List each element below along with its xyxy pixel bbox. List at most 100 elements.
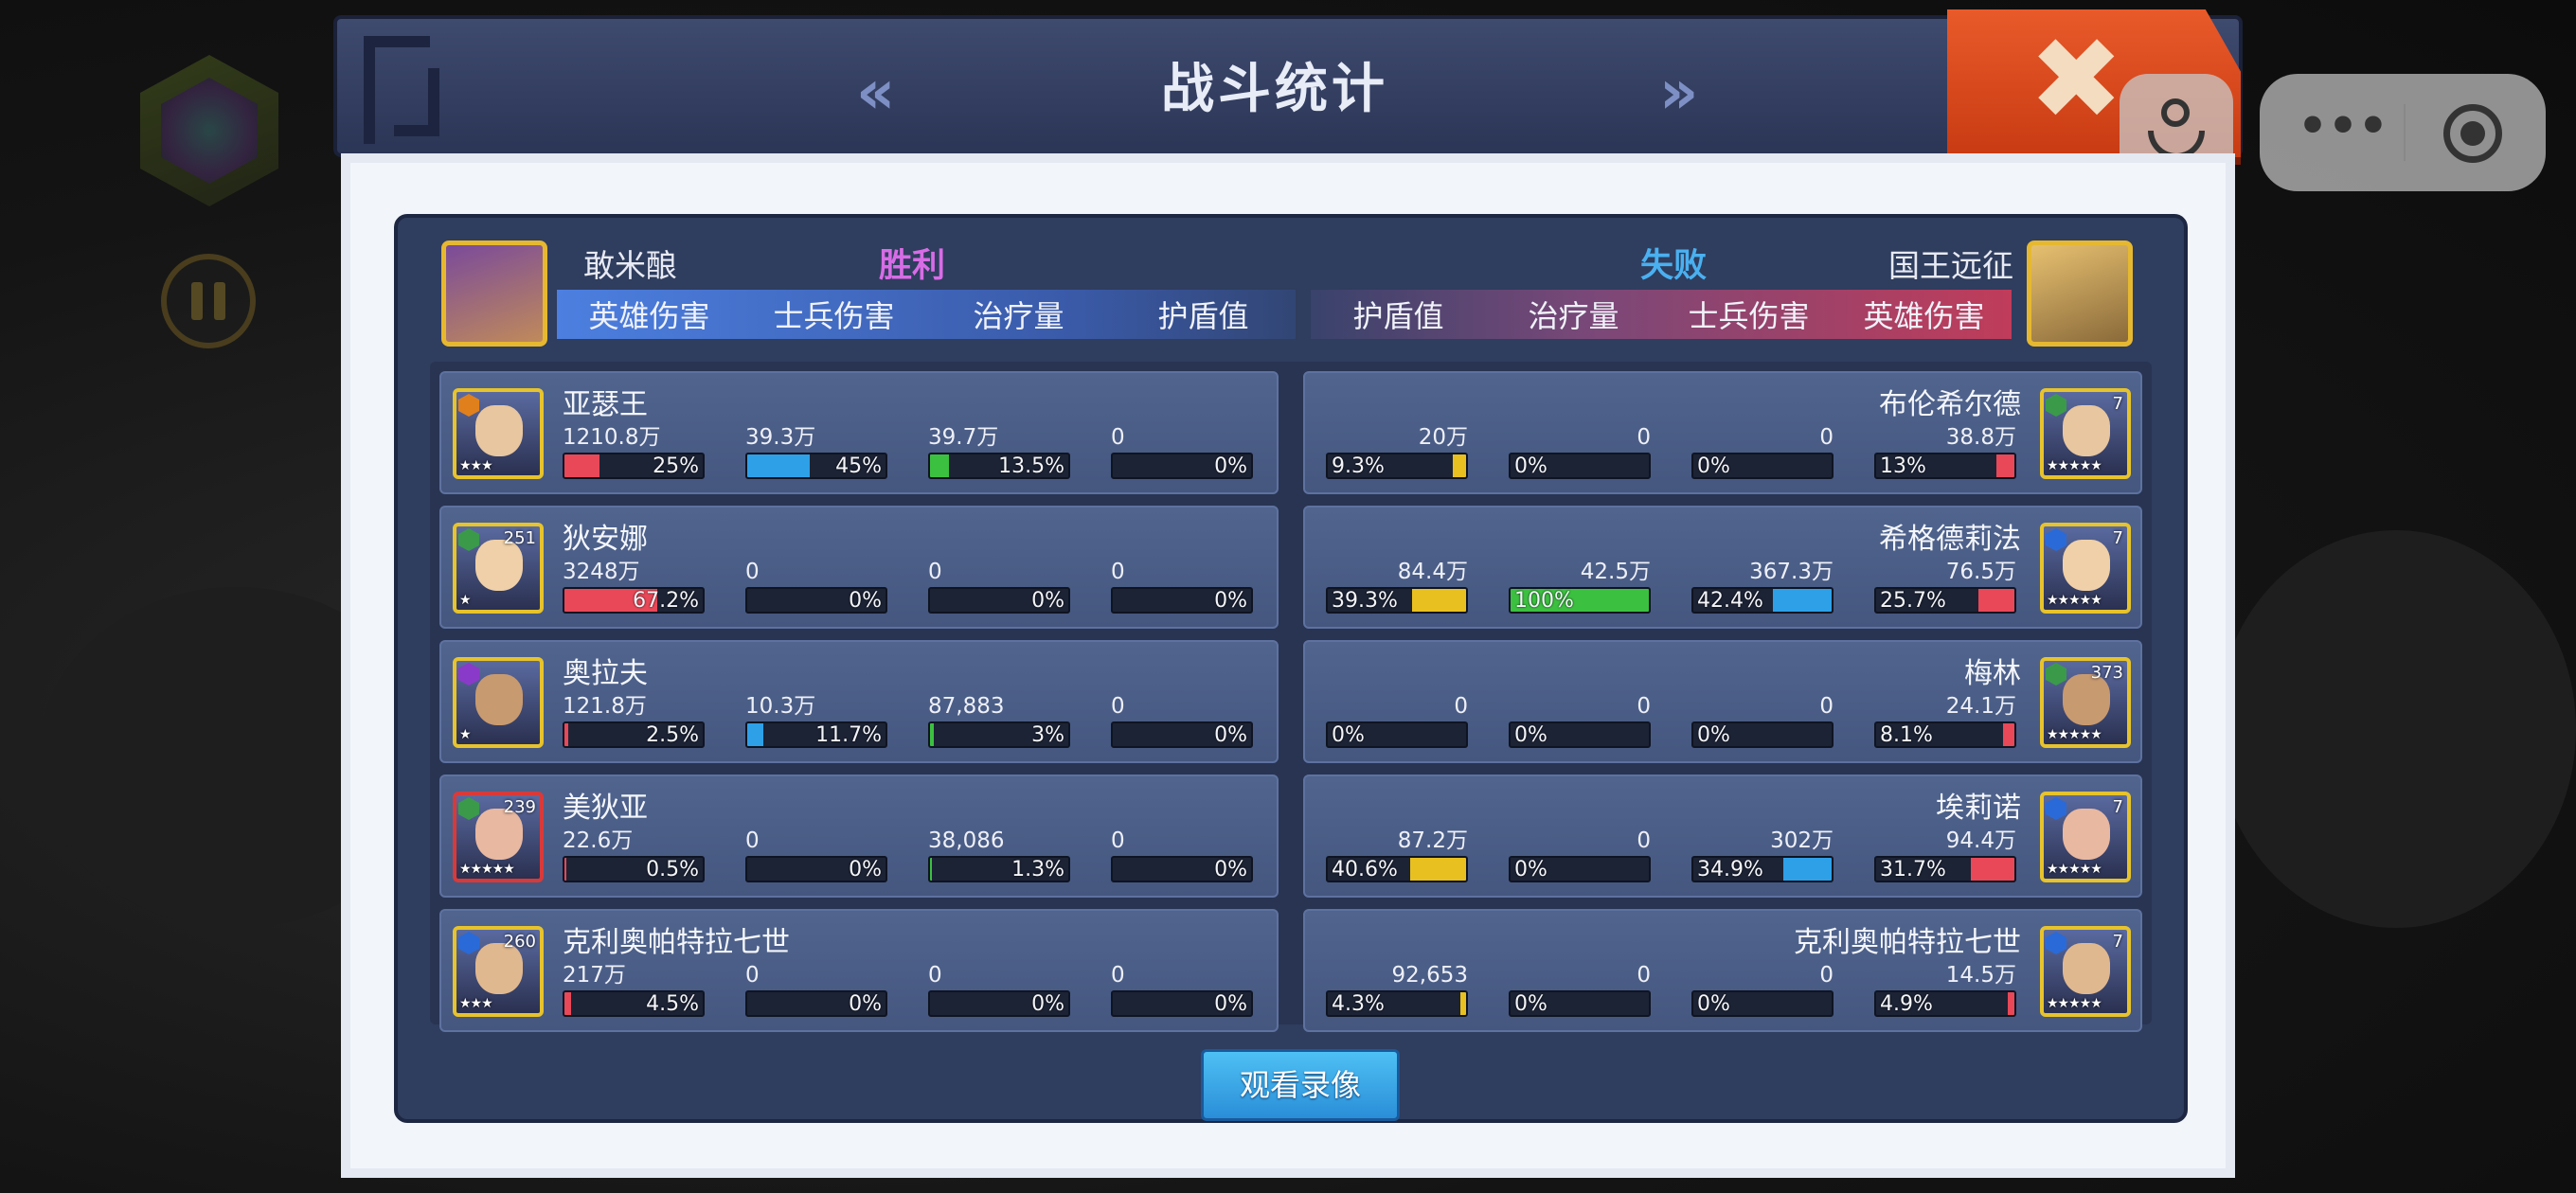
hero-portrait[interactable]: 7 ★★★★★ <box>2040 388 2131 479</box>
more-icon[interactable]: ••• <box>2298 102 2388 150</box>
stat-value: 0 <box>928 963 942 988</box>
stat-bar-fill <box>1453 454 1466 477</box>
hero-portrait[interactable]: 373 ★★★★★ <box>2040 657 2131 748</box>
hero-portrait[interactable]: 7 ★★★★★ <box>2040 523 2131 614</box>
bg-shadow-right <box>2216 530 2576 928</box>
pause-icon <box>191 282 203 320</box>
pause-button[interactable] <box>161 254 256 348</box>
left-player-name: 敢米酿 <box>583 247 677 284</box>
stat-bar-fill <box>1783 858 1832 881</box>
col-soldier-damage: 士兵伤害 <box>1688 298 1810 334</box>
hero-name: 梅林 <box>1964 657 2021 690</box>
stat-percent: 9.3% <box>1332 454 1385 478</box>
left-player-avatar[interactable] <box>441 240 547 347</box>
hero-row-left[interactable]: 251 ★ 狄安娜 3248万 67.2% 0 0% 0 0% 0 0% <box>439 506 1279 629</box>
stat-value: 121.8万 <box>563 694 647 719</box>
stat-percent: 0% <box>1214 589 1247 613</box>
col-healing: 治疗量 <box>973 298 1064 334</box>
stat-value: 0 <box>1111 560 1125 584</box>
stat-percent: 31.7% <box>1880 858 1946 881</box>
stat-value: 0 <box>1111 828 1125 853</box>
hero-portrait[interactable]: 7 ★★★★★ <box>2040 926 2131 1017</box>
star-rating: ★ <box>459 727 472 742</box>
stat-value: 302万 <box>1770 828 1834 853</box>
stat-value: 0 <box>745 963 760 988</box>
stats-panel-inner: 敢米酿 胜利 失败 国王远征 英雄伤害 士兵伤害 治疗量 护盾值 护盾值 治疗量… <box>394 214 2188 1123</box>
hero-portrait[interactable]: 260 ★★★ <box>453 926 544 1017</box>
stat-percent: 2.5% <box>646 723 699 747</box>
stat-percent: 0% <box>1697 992 1730 1016</box>
next-page-icon[interactable]: » <box>1659 62 1698 123</box>
stat-progress-bar: 0% <box>1691 453 1834 479</box>
stat-progress-bar: 0% <box>1111 453 1253 479</box>
hero-row-right[interactable]: 7 ★★★★★ 布伦希尔德 20万 9.3% 0 0% 0 0% 38.8万 13% <box>1303 371 2142 494</box>
hero-portrait[interactable]: 7 ★★★★★ <box>2040 792 2131 882</box>
stat-progress-bar: 34.9% <box>1691 856 1834 882</box>
stat-progress-bar: 0% <box>928 587 1070 614</box>
stat-progress-bar: 0% <box>1509 721 1651 748</box>
stat-percent: 0.5% <box>646 858 699 881</box>
stat-percent: 0% <box>1697 454 1730 478</box>
prev-page-icon[interactable]: « <box>856 62 895 123</box>
hero-portrait[interactable]: 251 ★ <box>453 523 544 614</box>
stat-percent: 100% <box>1514 589 1574 613</box>
stat-percent: 67.2% <box>633 589 699 613</box>
team-header-row: 敢米酿 胜利 失败 国王远征 英雄伤害 士兵伤害 治疗量 护盾值 护盾值 治疗量… <box>398 218 2184 350</box>
faction-hex-icon[interactable] <box>140 55 278 206</box>
stat-progress-bar: 42.4% <box>1691 587 1834 614</box>
stat-percent: 13% <box>1880 454 1926 478</box>
hero-row-right[interactable]: 373 ★★★★★ 梅林 0 0% 0 0% 0 0% 24.1万 8.1% <box>1303 640 2142 763</box>
victory-label: 胜利 <box>879 247 946 285</box>
stat-value: 367.3万 <box>1749 560 1834 584</box>
exit-icon[interactable] <box>2443 104 2502 163</box>
hero-row-left[interactable]: ★ 奥拉夫 121.8万 2.5% 10.3万 11.7% 87,883 3% 0 0% <box>439 640 1279 763</box>
hero-row-right[interactable]: 7 ★★★★★ 埃莉诺 87.2万 40.6% 0 0% 302万 34.9% 94.4万 31.7… <box>1303 775 2142 898</box>
faction-icon <box>2046 528 2066 551</box>
stat-progress-bar: 31.7% <box>1874 856 2016 882</box>
right-player-avatar[interactable] <box>2027 240 2133 347</box>
hero-row-right[interactable]: 7 ★★★★★ 希格德莉法 84.4万 39.3% 42.5万 100% 367.3万 42.4… <box>1303 506 2142 629</box>
stat-progress-bar: 39.3% <box>1326 587 1468 614</box>
hero-level: 7 <box>2112 528 2123 548</box>
stat-value: 217万 <box>563 963 626 988</box>
stat-value: 94.4万 <box>1945 828 2016 853</box>
star-rating: ★★★★★ <box>2047 593 2102 608</box>
stat-progress-bar: 0% <box>928 990 1070 1017</box>
stat-value: 0 <box>1111 425 1125 450</box>
col-healing: 治疗量 <box>1528 298 1619 334</box>
hero-row-left[interactable]: ★★★ 亚瑟王 1210.8万 25% 39.3万 45% 39.7万 13.5% 0 0% <box>439 371 1279 494</box>
hero-portrait[interactable]: ★ <box>453 657 544 748</box>
stat-bar-fill <box>1978 589 2014 612</box>
stat-progress-bar: 25% <box>563 453 705 479</box>
stat-value: 39.3万 <box>745 425 816 450</box>
stat-percent: 13.5% <box>998 454 1064 478</box>
stat-percent: 0% <box>1514 992 1547 1016</box>
stat-progress-bar: 67.2% <box>563 587 705 614</box>
faction-icon <box>2046 394 2066 417</box>
hero-portrait[interactable]: ★★★ <box>453 388 544 479</box>
faction-icon <box>458 663 479 686</box>
stat-progress-bar: 13.5% <box>928 453 1070 479</box>
hero-row-right[interactable]: 7 ★★★★★ 克利奥帕特拉七世 92,653 4.3% 0 0% 0 0% 14.5万 4.9% <box>1303 909 2142 1032</box>
hero-portrait[interactable]: 239 ★★★★★ <box>453 792 544 882</box>
hero-row-left[interactable]: 260 ★★★ 克利奥帕特拉七世 217万 4.5% 0 0% 0 0% 0 0% <box>439 909 1279 1032</box>
capsule-divider <box>2404 104 2406 161</box>
stat-percent: 3% <box>1031 723 1064 747</box>
hero-level: 251 <box>503 528 536 548</box>
left-column-headers: 英雄伤害 士兵伤害 治疗量 护盾值 <box>557 290 1296 339</box>
hero-row-left[interactable]: 239 ★★★★★ 美狄亚 22.6万 0.5% 0 0% 38,086 1.3% 0 0% <box>439 775 1279 898</box>
stat-percent: 45% <box>835 454 882 478</box>
faction-icon <box>458 394 479 417</box>
stat-value: 1210.8万 <box>563 425 661 450</box>
stat-value: 92,653 <box>1391 963 1468 988</box>
stat-percent: 0% <box>1697 723 1730 747</box>
hero-level: 7 <box>2112 797 2123 817</box>
hero-name: 奥拉夫 <box>563 657 648 690</box>
hero-level: 373 <box>2090 663 2123 683</box>
stat-progress-bar: 11.7% <box>745 721 887 748</box>
watch-replay-button[interactable]: 观看录像 <box>1201 1049 1400 1121</box>
col-hero-damage: 英雄伤害 <box>1863 298 1985 334</box>
defeat-label: 失败 <box>1640 247 1708 285</box>
stat-progress-bar: 13% <box>1874 453 2016 479</box>
faction-icon <box>2046 797 2066 820</box>
